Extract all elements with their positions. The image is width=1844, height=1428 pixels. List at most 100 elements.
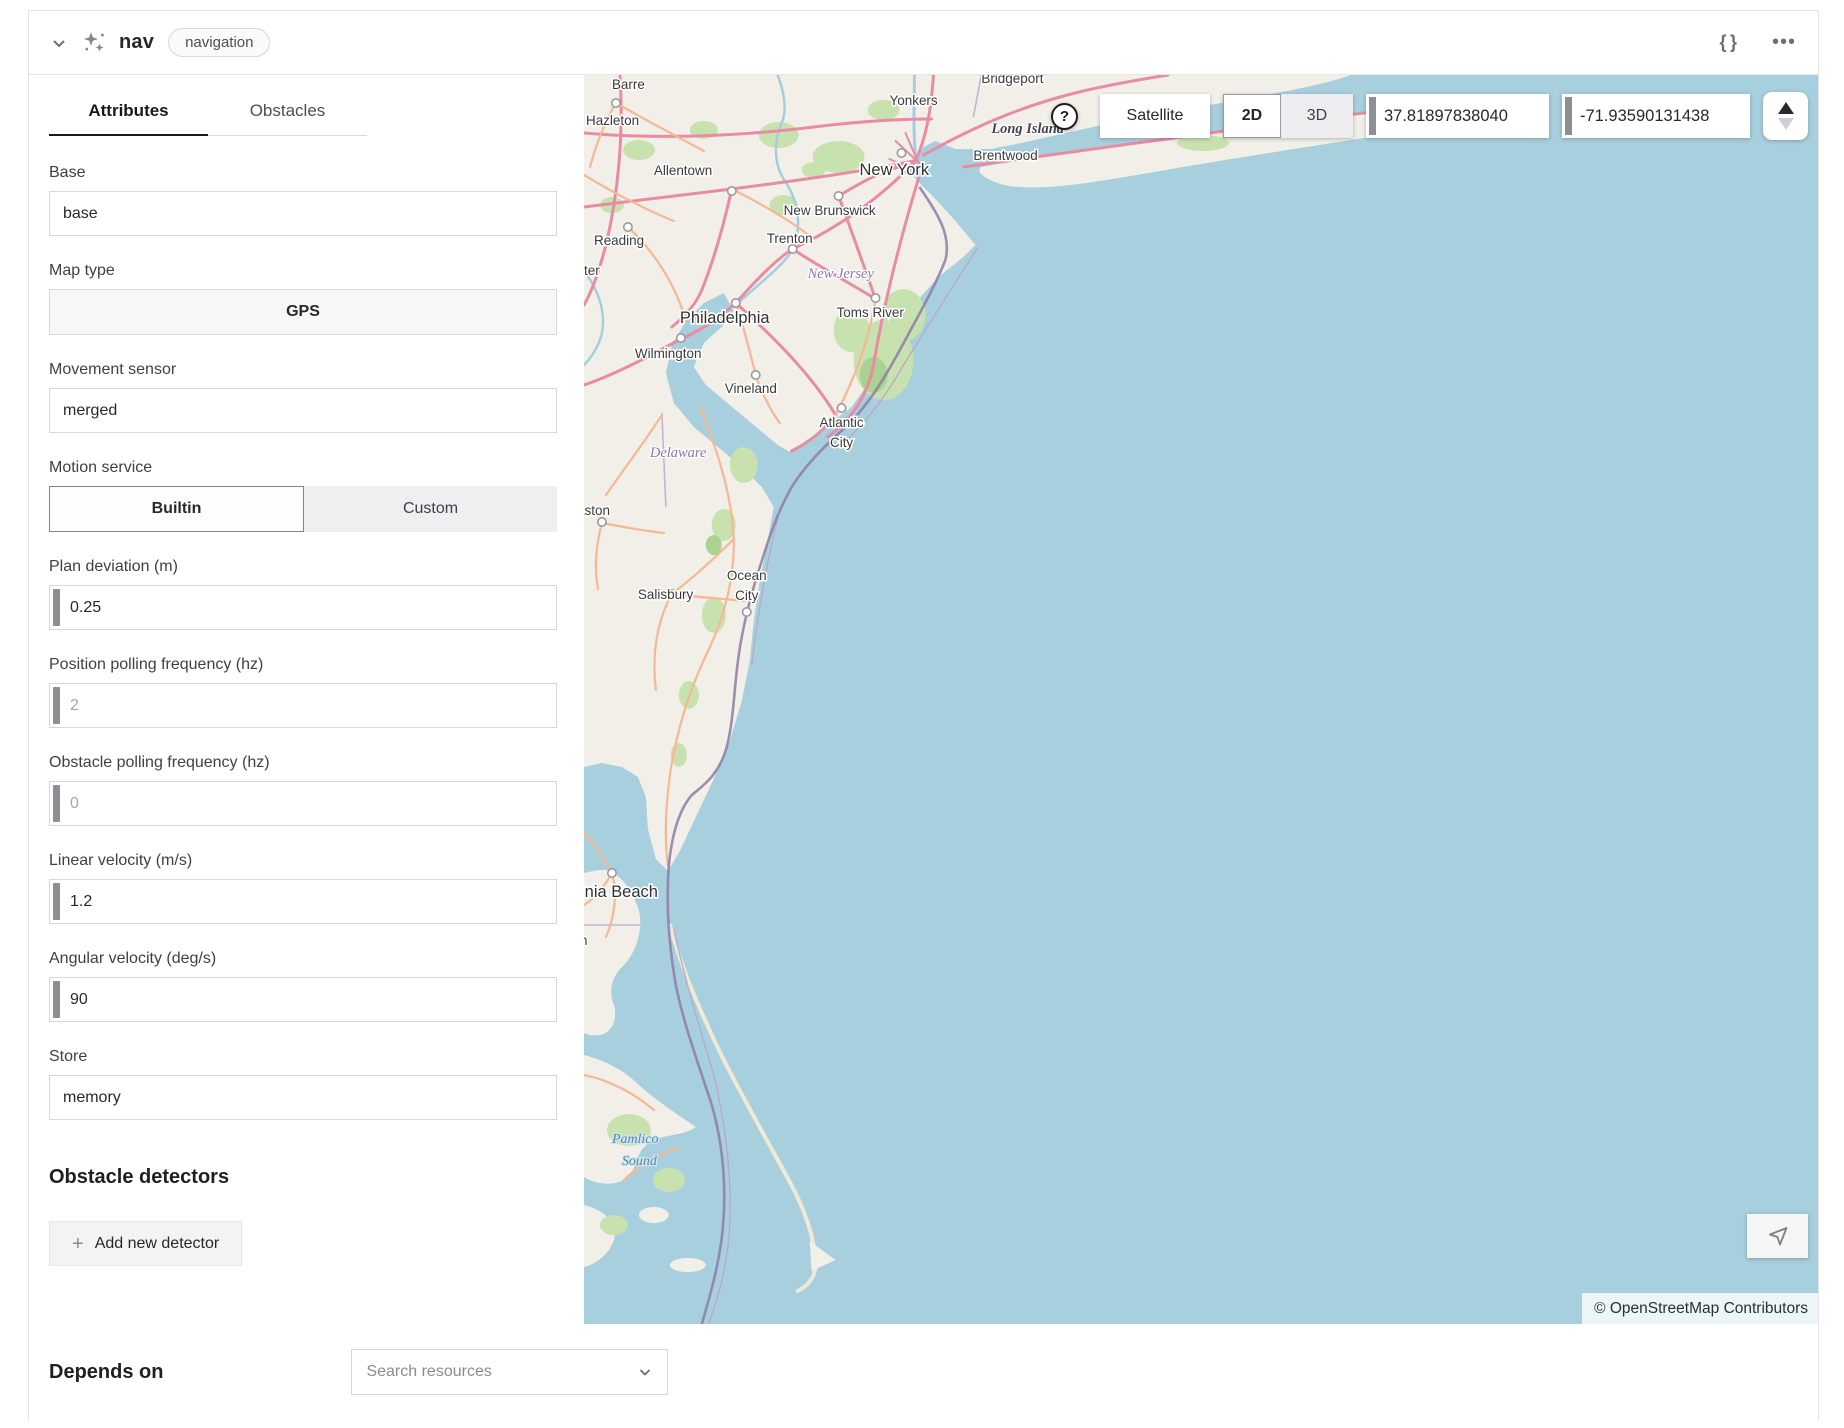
collapse-chevron-icon[interactable] xyxy=(49,33,69,53)
obstacle-polling-input[interactable] xyxy=(70,795,543,813)
map-label: Easton xyxy=(584,503,610,518)
city-marker xyxy=(743,608,751,616)
view-mode-toggle: 2D 3D xyxy=(1223,94,1353,138)
city-marker xyxy=(677,334,685,342)
map-help-icon[interactable]: ? xyxy=(1051,103,1078,130)
nav-config-card: nav navigation { } ••• Attributes Obstac… xyxy=(28,10,1819,1420)
base-label: Base xyxy=(49,164,557,182)
map-attribution: © OpenStreetMap Contributors xyxy=(1582,1293,1818,1324)
city-marker xyxy=(871,294,879,302)
map-label: Hazleton xyxy=(586,113,639,128)
base-field: Base xyxy=(49,164,557,236)
locate-button[interactable] xyxy=(1747,1214,1808,1258)
base-input[interactable] xyxy=(63,205,543,223)
map-type-label: Map type xyxy=(49,262,557,280)
linear-velocity-label: Linear velocity (m/s) xyxy=(49,852,557,870)
map-label: Pamlico xyxy=(611,1132,659,1147)
map-label: Barre xyxy=(612,77,645,92)
movement-sensor-input[interactable] xyxy=(63,402,543,420)
component-type-badge: navigation xyxy=(168,28,270,57)
map-render: Barre Hazleton Allentown Reading ter Bridgepo… xyxy=(584,75,1818,1324)
position-polling-field: Position polling frequency (hz) xyxy=(49,656,557,728)
angular-velocity-field: Angular velocity (deg/s) xyxy=(49,950,557,1022)
motion-service-builtin-button[interactable]: Builtin xyxy=(49,486,304,532)
store-input[interactable] xyxy=(63,1089,543,1107)
map-label: Bridgeport xyxy=(981,75,1043,86)
view-3d-button[interactable]: 3D xyxy=(1281,94,1353,138)
map-label: New York xyxy=(860,161,930,179)
more-options-icon[interactable]: ••• xyxy=(1772,31,1796,54)
map-label: Atlantic xyxy=(820,415,864,430)
city-marker xyxy=(608,869,616,877)
step-down-icon[interactable] xyxy=(1778,118,1794,130)
map-label: City xyxy=(735,588,758,603)
map-label: Brentwood xyxy=(973,148,1037,163)
city-marker xyxy=(834,192,842,200)
map-label: Allentown xyxy=(654,163,712,178)
map-label: Virginia Beach xyxy=(584,883,658,901)
angular-velocity-input[interactable] xyxy=(70,991,543,1009)
depends-on-section: Depends on Search resources xyxy=(29,1324,1818,1420)
map-label: Philadelphia xyxy=(680,309,771,327)
city-marker xyxy=(897,149,905,157)
navigation-service-icon xyxy=(81,30,107,56)
city-marker xyxy=(788,245,796,253)
map-label: New Brunswick xyxy=(784,203,876,218)
latitude-input[interactable]: 37.81897838040 xyxy=(1366,94,1549,138)
chevron-down-icon xyxy=(637,1364,653,1380)
map-canvas[interactable]: Barre Hazleton Allentown Reading ter Bridgepo… xyxy=(584,75,1818,1324)
city-marker xyxy=(728,187,736,195)
longitude-input[interactable]: -71.93590131438 xyxy=(1562,94,1750,138)
map-label: Yonkers xyxy=(890,93,938,108)
map-label: ter xyxy=(584,263,600,278)
store-field: Store xyxy=(49,1048,557,1120)
angular-velocity-label: Angular velocity (deg/s) xyxy=(49,950,557,968)
map-label: Ocean xyxy=(727,568,767,583)
linear-velocity-field: Linear velocity (m/s) xyxy=(49,852,557,924)
map-label: Reading xyxy=(594,233,644,248)
view-2d-button[interactable]: 2D xyxy=(1223,94,1281,138)
add-detector-button[interactable]: + Add new detector xyxy=(49,1221,242,1266)
map-label: Wilmington xyxy=(635,346,702,361)
city-marker xyxy=(624,223,632,231)
store-label: Store xyxy=(49,1048,557,1066)
plan-deviation-field: Plan deviation (m) xyxy=(49,558,557,630)
position-polling-label: Position polling frequency (hz) xyxy=(49,656,557,674)
json-mode-icon[interactable]: { } xyxy=(1719,32,1738,53)
tab-obstacles[interactable]: Obstacles xyxy=(208,101,367,136)
satellite-toggle-button[interactable]: Satellite xyxy=(1100,94,1210,138)
map-label: New Jersey xyxy=(807,266,875,282)
map-label: Toms River xyxy=(837,305,905,320)
navigation-arrow-icon xyxy=(1766,1224,1790,1248)
city-marker xyxy=(732,299,740,307)
map-label: Vineland xyxy=(725,381,777,396)
map-label: City xyxy=(830,435,853,450)
motion-service-label: Motion service xyxy=(49,459,557,477)
plus-icon: + xyxy=(72,1234,84,1254)
add-detector-label: Add new detector xyxy=(95,1235,220,1253)
position-polling-input[interactable] xyxy=(70,697,543,715)
attributes-panel: Attributes Obstacles Base Map type GPS M… xyxy=(29,75,584,1324)
motion-service-custom-button[interactable]: Custom xyxy=(304,486,557,532)
city-marker xyxy=(598,518,606,526)
panel-tabs: Attributes Obstacles xyxy=(49,101,557,136)
city-marker xyxy=(612,99,620,107)
depends-on-heading: Depends on xyxy=(49,1361,163,1384)
movement-sensor-field: Movement sensor xyxy=(49,361,557,433)
map-type-field: Map type GPS xyxy=(49,262,557,335)
city-marker xyxy=(837,404,845,412)
plan-deviation-input[interactable] xyxy=(70,599,543,617)
map-label: Delaware xyxy=(649,445,707,461)
coordinate-stepper[interactable] xyxy=(1763,92,1808,140)
step-up-icon[interactable] xyxy=(1778,102,1794,114)
map-type-gps-button[interactable]: GPS xyxy=(49,289,557,335)
obstacle-polling-label: Obstacle polling frequency (hz) xyxy=(49,754,557,772)
map-control-bar: ? Satellite 2D 3D 37.81897838040 -71.935… xyxy=(1051,92,1808,140)
map-label: Sound xyxy=(622,1154,658,1169)
component-name: nav xyxy=(119,31,154,54)
depends-on-select[interactable]: Search resources xyxy=(351,1349,668,1395)
tab-attributes[interactable]: Attributes xyxy=(49,101,208,136)
linear-velocity-input[interactable] xyxy=(70,893,543,911)
map-label: Elizabeth xyxy=(584,933,587,948)
map-label: Trenton xyxy=(767,231,813,246)
